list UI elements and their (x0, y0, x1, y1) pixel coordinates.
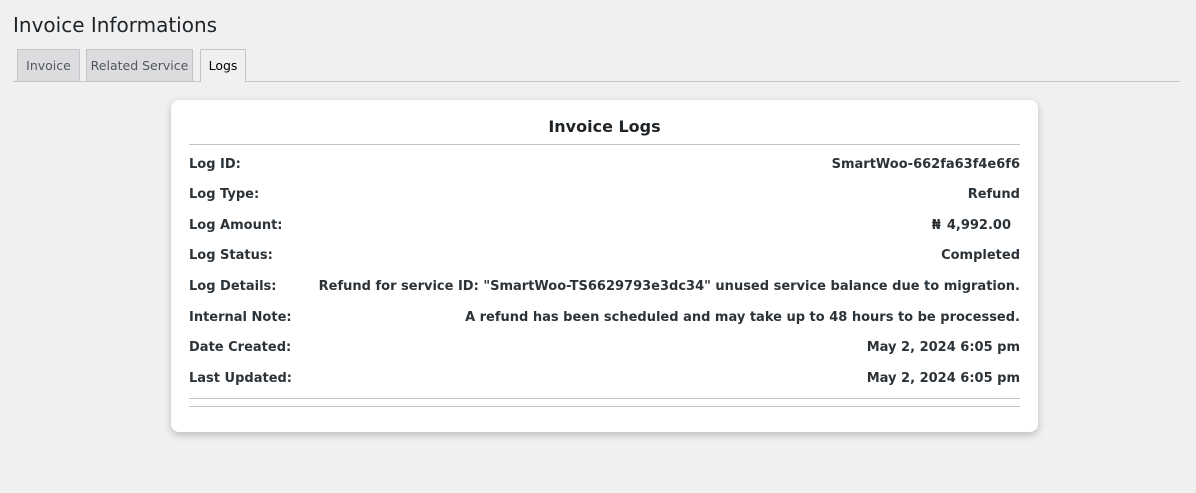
internal-note-value: A refund has been scheduled and may take… (465, 310, 1020, 325)
log-type-row: Log Type: Refund (189, 185, 1020, 205)
log-amount-value: 4,992.00 (946, 218, 1011, 233)
log-details-row: Log Details: Refund for service ID: "Sma… (189, 277, 1020, 297)
date-created-value: May 2, 2024 6:05 pm (866, 340, 1020, 355)
tab-logs[interactable]: Logs (200, 49, 246, 82)
log-id-value: SmartWoo-662fa63f4e6f6 (831, 157, 1020, 172)
tab-related-service[interactable]: Related Service (86, 49, 193, 81)
log-status-row: Log Status: Completed (189, 246, 1020, 266)
last-updated-row: Last Updated: May 2, 2024 6:05 pm (189, 369, 1020, 389)
currency-symbol: ₦ (931, 218, 941, 233)
log-status-value: Completed (941, 248, 1020, 263)
page-title: Invoice Informations (13, 13, 218, 37)
tab-invoice[interactable]: Invoice (17, 49, 80, 81)
bottom-divider (189, 398, 1020, 399)
log-id-row: Log ID: SmartWoo-662fa63f4e6f6 (189, 155, 1020, 175)
log-status-label: Log Status: (189, 248, 273, 263)
log-type-label: Log Type: (189, 187, 260, 202)
invoice-logs-card: Invoice Logs Log ID: SmartWoo-662fa63f4e… (171, 100, 1038, 432)
internal-note-row: Internal Note: A refund has been schedul… (189, 308, 1020, 328)
log-type-value: Refund (967, 187, 1020, 202)
log-details-value: Refund for service ID: "SmartWoo-TS66297… (318, 279, 1020, 294)
last-updated-value: May 2, 2024 6:05 pm (866, 371, 1020, 386)
log-details-label: Log Details: (189, 279, 277, 294)
log-amount-value-group: ₦ 4,992.00 (932, 216, 1011, 236)
log-amount-row: Log Amount: ₦ 4,992.00 (189, 216, 1020, 236)
card-title: Invoice Logs (548, 117, 661, 136)
bottom-divider-secondary (189, 406, 1020, 407)
title-divider (189, 144, 1020, 145)
log-amount-label: Log Amount: (189, 218, 283, 233)
tab-bar: Invoice Related Service Logs (13, 49, 1180, 82)
date-created-label: Date Created: (189, 340, 292, 355)
last-updated-label: Last Updated: (189, 371, 293, 386)
date-created-row: Date Created: May 2, 2024 6:05 pm (189, 338, 1020, 358)
log-id-label: Log ID: (189, 157, 241, 172)
internal-note-label: Internal Note: (189, 310, 292, 325)
